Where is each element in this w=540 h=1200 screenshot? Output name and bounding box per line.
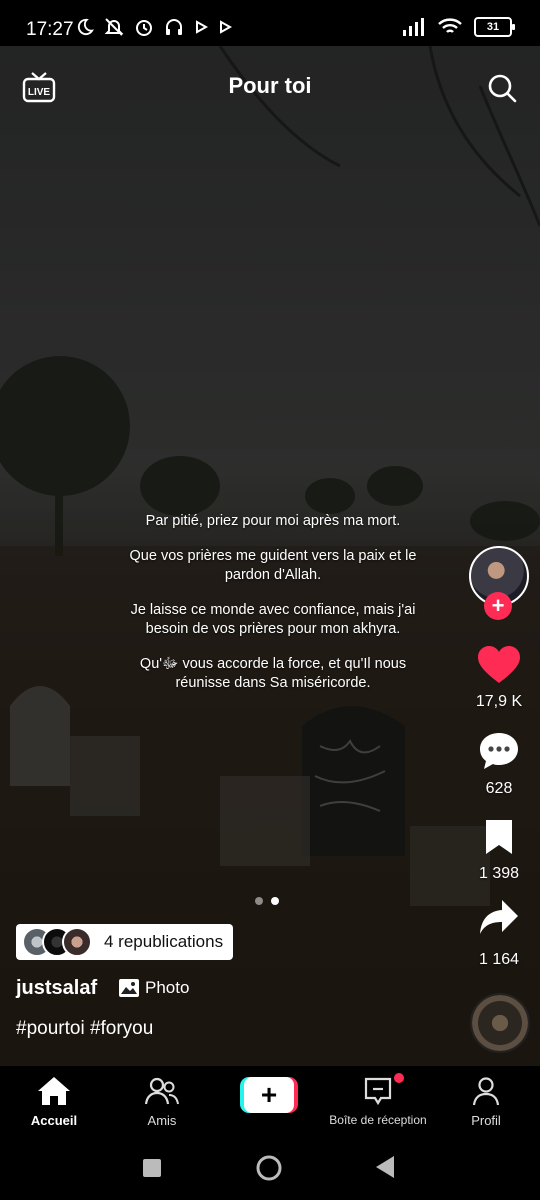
nav-profile[interactable]: Profil (458, 1076, 514, 1128)
heart-icon (478, 646, 520, 683)
search-button[interactable] (486, 72, 518, 109)
home-icon (38, 1077, 70, 1105)
nav-friends[interactable]: Amis (132, 1076, 192, 1128)
alarm-icon (136, 20, 152, 36)
friends-icon (144, 1077, 179, 1105)
republications-label: 4 republications (104, 932, 224, 951)
caption-line: Qu'ﷻ vous accorde la force, et qu'Il nou… (139, 656, 407, 691)
play-store-icon (196, 20, 208, 34)
battery-level: 31 (486, 21, 500, 33)
bottom-nav: Accueil Amis + Boîte de réception Profil (0, 1066, 540, 1136)
username[interactable]: justsalaf (16, 977, 97, 1000)
wifi-icon (438, 18, 462, 33)
photo-pager (255, 897, 279, 905)
nav-friends-label: Amis (147, 1113, 177, 1128)
search-icon (488, 74, 517, 103)
share-button[interactable]: 1 164 (468, 898, 530, 969)
photo-tag: Photo (119, 978, 189, 998)
back-icon[interactable] (374, 1155, 396, 1179)
comment-button[interactable]: 628 (468, 731, 530, 798)
photo-label: Photo (145, 978, 190, 997)
inbox-notification-dot (394, 1073, 404, 1083)
pager-dot[interactable] (255, 897, 263, 905)
bookmark-icon (486, 820, 512, 854)
reposter-avatar (62, 927, 92, 957)
inbox-icon (364, 1077, 392, 1106)
page-title[interactable]: Pour toi (0, 73, 540, 99)
recents-icon[interactable] (142, 1158, 162, 1178)
battery-icon: 31 (474, 17, 515, 37)
post-caption: Par pitié, priez pour moi après ma mort.… (118, 512, 428, 709)
caption-line: Par pitié, priez pour moi après ma mort. (145, 513, 401, 529)
caption-line: Je laisse ce monde avec confiance, mais … (130, 602, 416, 637)
hashtags[interactable]: #pourtoi #foryou (16, 1018, 153, 1040)
nav-profile-label: Profil (471, 1113, 501, 1128)
nav-home-label: Accueil (30, 1113, 78, 1128)
status-time: 17:27 (26, 19, 74, 40)
comment-count: 628 (485, 780, 513, 797)
caption-line: Que vos prières me guident vers la paix … (129, 548, 417, 583)
nav-inbox-label: Boîte de réception (329, 1113, 427, 1127)
republications-chip[interactable]: 4 republications (16, 924, 234, 960)
share-icon (480, 900, 518, 934)
moon-icon (77, 18, 94, 36)
sound-disc[interactable] (470, 993, 530, 1053)
follow-button[interactable]: + (484, 592, 512, 620)
nav-home[interactable]: Accueil (24, 1076, 84, 1128)
nav-inbox[interactable]: Boîte de réception (322, 1076, 434, 1127)
like-button[interactable]: 17,9 K (468, 646, 530, 711)
system-nav-bar (0, 1136, 540, 1200)
save-button[interactable]: 1 398 (468, 818, 530, 883)
home-circle-icon[interactable] (255, 1154, 283, 1182)
play-store-icon (220, 20, 232, 34)
comment-icon (480, 733, 518, 769)
image-icon (119, 979, 139, 997)
profile-icon (472, 1077, 500, 1106)
headphones-icon (166, 19, 182, 35)
share-count: 1 164 (478, 951, 520, 968)
like-count: 17,9 K (475, 693, 523, 710)
signal-icon (403, 18, 424, 36)
create-button[interactable]: + (240, 1077, 298, 1113)
muted-bell-icon (104, 18, 124, 36)
status-bar: 17:27 31 (0, 0, 540, 46)
plus-icon: + (244, 1077, 294, 1113)
pager-dot-active[interactable] (271, 897, 279, 905)
save-count: 1 398 (478, 865, 520, 882)
